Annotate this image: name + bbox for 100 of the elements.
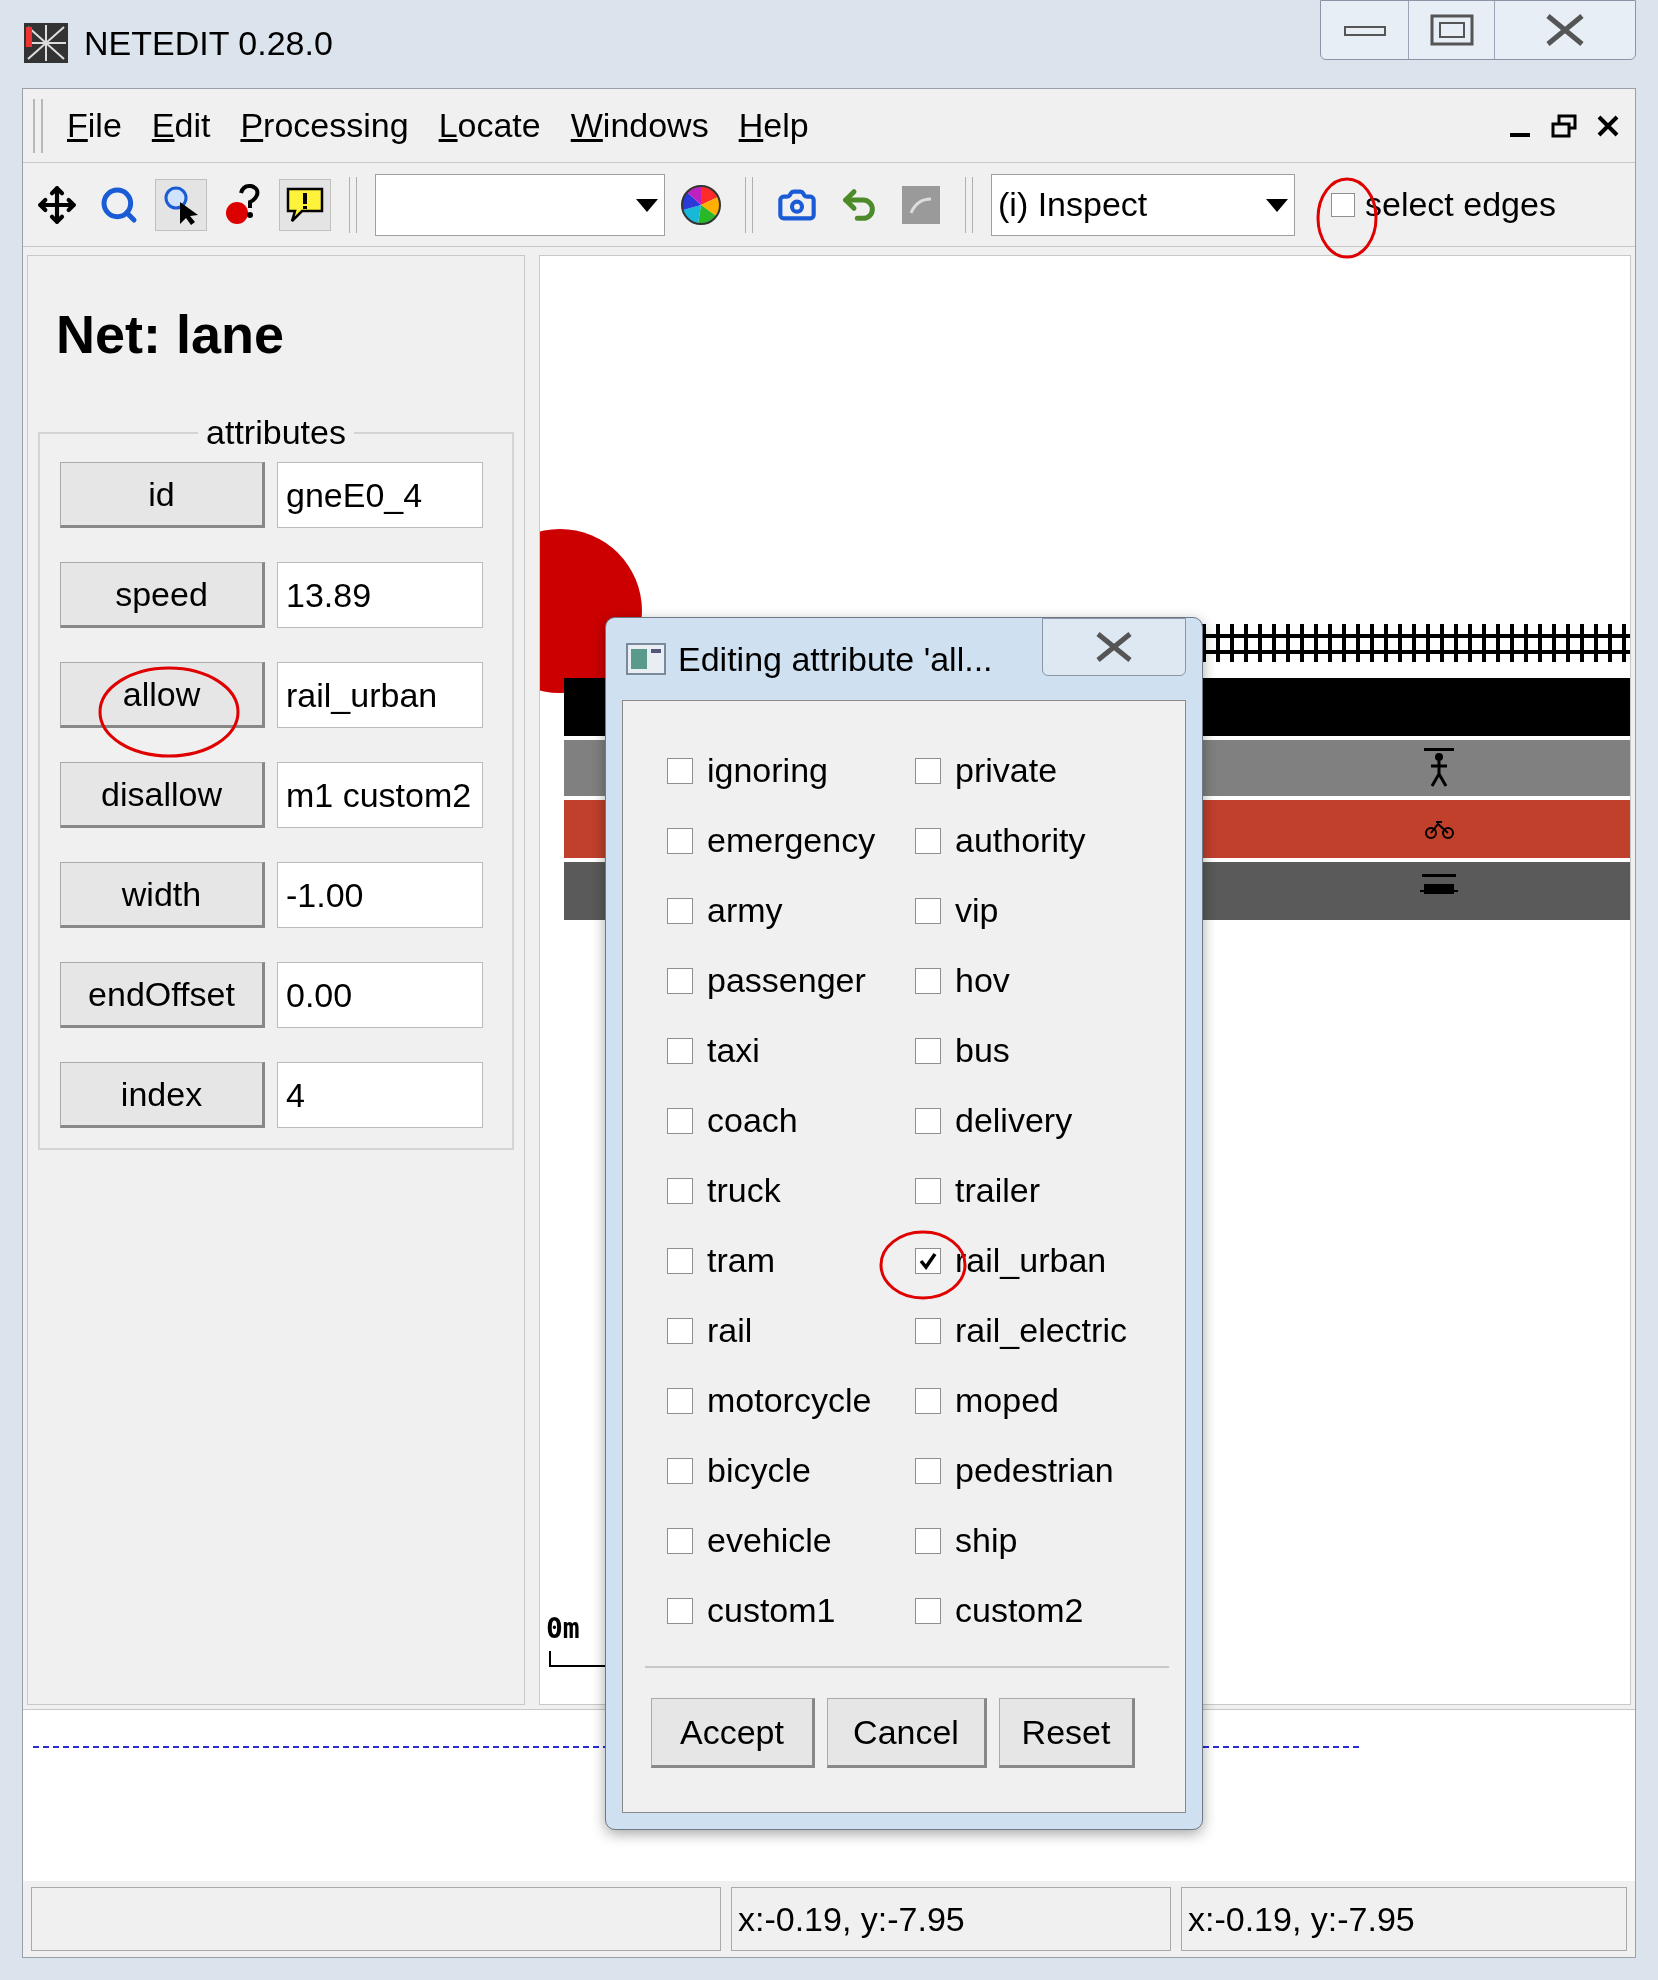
checkbox[interactable] (915, 1527, 941, 1554)
option-label: authority (955, 820, 1086, 861)
attribute-button[interactable]: disallow (60, 762, 265, 828)
checkbox[interactable] (667, 1317, 693, 1344)
checkbox[interactable] (667, 1107, 693, 1134)
checkbox[interactable] (915, 827, 941, 854)
checkbox[interactable] (667, 1037, 693, 1064)
checkbox[interactable] (667, 1247, 693, 1274)
option-label: hov (955, 960, 1010, 1001)
window-title: NETEDIT 0.28.0 (84, 22, 333, 64)
option-label: custom2 (955, 1590, 1084, 1631)
menu-item[interactable]: Processing (240, 100, 409, 151)
checkbox[interactable] (667, 897, 693, 924)
checkbox[interactable] (915, 967, 941, 994)
mode-dropdown[interactable]: (i) Inspect (991, 173, 1295, 236)
attribute-field[interactable]: 13.89 (277, 562, 483, 628)
redo-icon (901, 184, 941, 225)
option-label: evehicle (707, 1520, 832, 1561)
checkbox[interactable] (915, 1177, 941, 1204)
option-label: truck (707, 1170, 781, 1211)
checkbox[interactable] (915, 1597, 941, 1624)
restore-icon (1551, 113, 1577, 138)
option-label: trailer (955, 1170, 1041, 1211)
option-label: motorcycle (707, 1380, 872, 1421)
dialog-button[interactable]: Cancel (827, 1698, 987, 1768)
option-label: rail_electric (955, 1310, 1127, 1351)
locate-button[interactable] (155, 178, 207, 231)
checkbox[interactable] (667, 1387, 693, 1414)
option-label: passenger (707, 960, 866, 1001)
attribute-button[interactable]: allow (60, 662, 265, 728)
attribute-button[interactable]: speed (60, 562, 265, 628)
minimize-icon (1343, 23, 1386, 37)
attribute-button[interactable]: width (60, 862, 265, 928)
attribute-field[interactable]: gneE0_4 (277, 462, 483, 528)
checkbox[interactable] (667, 1597, 693, 1624)
menu-item[interactable]: Locate (438, 100, 541, 151)
checkbox[interactable] (915, 1457, 941, 1484)
attribute-button[interactable]: id (60, 462, 265, 528)
menu-item[interactable]: File (67, 100, 122, 151)
maximize-icon (1429, 14, 1474, 46)
checkbox[interactable] (667, 967, 693, 994)
checkbox[interactable] (915, 1107, 941, 1134)
app-icon (22, 21, 70, 65)
option-label: bicycle (707, 1450, 811, 1491)
checkbox[interactable] (667, 757, 693, 784)
move-icon (37, 184, 77, 225)
menu-item[interactable]: Windows (570, 100, 709, 151)
attribute-field[interactable]: rail_urban (277, 662, 483, 728)
menu-item[interactable]: Help (738, 100, 809, 151)
dialog-button[interactable]: Reset (999, 1698, 1135, 1768)
option-label: ignoring (707, 750, 828, 791)
attribute-button[interactable]: index (60, 1062, 265, 1128)
checkbox[interactable] (915, 1037, 941, 1064)
toolbar-separator (349, 176, 357, 233)
menu-grip (33, 98, 43, 153)
checkbox[interactable] (667, 1457, 693, 1484)
option-label: coach (707, 1100, 798, 1141)
option-label: vip (955, 890, 999, 931)
train-icon (1420, 874, 1458, 894)
option-label: private (955, 750, 1058, 791)
close-icon (1094, 631, 1134, 663)
option-label: pedestrian (955, 1450, 1114, 1491)
message-button[interactable] (279, 178, 331, 231)
color-wheel-icon (680, 183, 722, 226)
checkbox[interactable] (915, 1247, 941, 1274)
checkbox[interactable] (667, 1527, 693, 1554)
attribute-field[interactable]: 4 (277, 1062, 483, 1128)
option-label: army (707, 890, 783, 931)
dialog-button[interactable]: Accept (651, 1698, 815, 1768)
option-label: tram (707, 1240, 775, 1281)
option-label: moped (955, 1380, 1059, 1421)
option-label: ship (955, 1520, 1018, 1561)
attribute-field[interactable]: m1 custom2 (277, 762, 483, 828)
close-icon (1596, 113, 1620, 138)
attribute-field[interactable]: -1.00 (277, 862, 483, 928)
scale-label: 0m (546, 1611, 580, 1647)
checkbox[interactable] (667, 1177, 693, 1204)
option-label: rail (707, 1310, 753, 1351)
toolbar-separator (745, 176, 753, 233)
option-label: emergency (707, 820, 876, 861)
menu-item[interactable]: Edit (151, 100, 211, 151)
checkbox[interactable] (915, 897, 941, 924)
option-label: delivery (955, 1100, 1073, 1141)
checkbox[interactable] (1331, 192, 1355, 217)
pedestrian-icon (1424, 748, 1454, 788)
checkbox[interactable] (667, 827, 693, 854)
attribute-button[interactable]: endOffset (60, 962, 265, 1028)
group-title: attributes (205, 412, 347, 453)
checkbox[interactable] (915, 1387, 941, 1414)
option-label: taxi (707, 1030, 760, 1071)
attribute-field[interactable]: 0.00 (277, 962, 483, 1028)
panel-title: Net: lane (56, 303, 286, 366)
dropdown[interactable] (375, 173, 665, 236)
checkbox[interactable] (915, 1317, 941, 1344)
dialog-icon (626, 643, 666, 675)
status-field: x:-0.19, y:-7.95 (1181, 1887, 1627, 1951)
dialog-title: Editing attribute 'all... (678, 638, 993, 680)
bicycle-icon (1425, 821, 1454, 839)
close-button[interactable] (1042, 618, 1186, 676)
checkbox[interactable] (915, 757, 941, 784)
